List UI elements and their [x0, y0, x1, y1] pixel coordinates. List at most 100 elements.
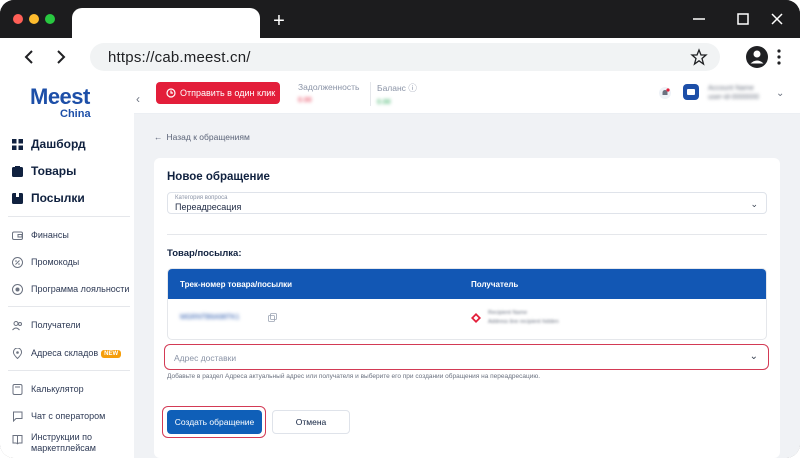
meest-logo[interactable]: Meest China: [30, 84, 110, 124]
debt-label: Задолженность: [298, 82, 360, 92]
column-header-track: Трек-номер товара/посылки: [180, 280, 293, 289]
info-icon[interactable]: ⓘ: [408, 83, 417, 93]
wallet-icon: [12, 231, 23, 240]
sidebar-item-label: Получатели: [31, 320, 81, 330]
forward-arrow-icon[interactable]: [50, 47, 70, 67]
column-header-recipient: Получатель: [471, 280, 519, 289]
app-header: ‹ Отправить в один клик Задолженность 0.…: [134, 76, 800, 114]
delivery-address-select[interactable]: Адрес доставки ⌄: [164, 344, 769, 370]
arrow-left-icon: ←: [154, 132, 163, 142]
send-icon: [166, 88, 176, 98]
sidebar-item-label: Дашборд: [31, 137, 86, 151]
sidebar-item-label: Посылки: [31, 191, 85, 205]
delivery-address-placeholder: Адрес доставки: [174, 353, 237, 363]
browser-tab-bar: +: [0, 0, 800, 38]
users-icon: [12, 320, 22, 330]
new-tab-icon[interactable]: +: [270, 11, 288, 31]
account-icon[interactable]: [683, 84, 699, 100]
close-icon[interactable]: [768, 10, 786, 28]
sidebar: Meest China Дашборд Товары Посылки Финан…: [0, 76, 134, 458]
maximize-icon[interactable]: [734, 10, 752, 28]
chevron-down-icon[interactable]: ⌄: [776, 88, 784, 99]
table-header: Трек-номер товара/посылки Получатель: [168, 269, 766, 299]
balance-label-text: Баланс: [377, 83, 406, 93]
location-icon: [12, 347, 23, 359]
parcel-icon: [12, 192, 23, 204]
recipient-name: Recipient Name: [488, 310, 528, 316]
chevron-down-icon: ⌄: [750, 199, 758, 209]
sidebar-item-label: Товары: [31, 164, 77, 178]
balance-label: Баланс ⓘ: [377, 82, 417, 94]
sidebar-item-promocodes[interactable]: Промокоды: [12, 251, 79, 273]
sidebar-item-label: Адреса складов NEW: [31, 348, 122, 358]
sidebar-item-products[interactable]: Товары: [12, 160, 76, 182]
copy-icon[interactable]: [268, 313, 277, 322]
recipient-address: Address line recipient hidden: [488, 319, 559, 325]
profile-avatar-icon[interactable]: [746, 46, 768, 68]
sidebar-item-warehouse-addresses[interactable]: Адреса складов NEW: [12, 342, 122, 364]
back-arrow-icon[interactable]: [20, 47, 40, 67]
create-request-button[interactable]: Создать обращение: [167, 410, 262, 434]
sidebar-divider: [8, 370, 130, 371]
sidebar-item-calculator[interactable]: Калькулятор: [12, 378, 84, 400]
browser-window: + https://cab.meest.cn/ Meest China Дашб…: [0, 0, 800, 458]
item-section-label: Товар/посылка:: [167, 248, 242, 259]
sidebar-divider: [8, 216, 130, 217]
back-link-label: Назад к обращениям: [166, 132, 250, 142]
sidebar-item-label-text: Адреса складов: [31, 348, 99, 358]
bookmark-star-icon[interactable]: [690, 48, 708, 66]
zoom-window-dot[interactable]: [45, 14, 55, 24]
new-request-card: Новое обращение Категория вопроса Переад…: [154, 158, 780, 458]
send-one-click-button[interactable]: Отправить в один клик: [156, 82, 280, 104]
minimize-window-dot[interactable]: [29, 14, 39, 24]
minimize-icon[interactable]: [690, 10, 708, 28]
sidebar-item-chat[interactable]: Чат с оператором: [12, 405, 105, 427]
send-button-label: Отправить в один клик: [180, 88, 276, 98]
logo-main-text: Meest: [30, 84, 90, 109]
new-badge: NEW: [101, 349, 122, 358]
address-hint: Добавьте в раздел Адреса актуальный адре…: [167, 373, 541, 380]
sidebar-item-label: Чат с оператором: [31, 411, 106, 421]
sidebar-item-label: Программа лояльности: [31, 284, 130, 294]
debt-stat: Задолженность 0.00: [298, 82, 359, 104]
back-to-requests-link[interactable]: ← Назад к обращениям: [154, 132, 250, 142]
sidebar-item-finance[interactable]: Финансы: [12, 224, 69, 246]
items-table: Трек-номер товара/посылки Получатель MGR…: [167, 268, 767, 340]
category-select[interactable]: Категория вопроса Переадресация ⌄: [167, 192, 767, 214]
app-root: Meest China Дашборд Товары Посылки Финан…: [0, 76, 800, 458]
recipient-info: Recipient Name Address line recipient hi…: [488, 309, 559, 327]
sidebar-item-dashboard[interactable]: Дашборд: [12, 133, 86, 155]
sidebar-divider: [8, 306, 130, 307]
sidebar-item-recipients[interactable]: Получатели: [12, 314, 81, 336]
main-content: ← Назад к обращениям Новое обращение Кат…: [134, 114, 800, 458]
sidebar-item-label: Калькулятор: [31, 384, 84, 394]
sidebar-item-label: Промокоды: [31, 257, 80, 267]
chevron-down-icon: ⌄: [749, 351, 758, 362]
account-name: Account Name: [708, 85, 754, 92]
sidebar-item-instructions[interactable]: Инструкции по маркетплейсам: [12, 432, 111, 458]
address-bar[interactable]: https://cab.meest.cn/: [90, 43, 720, 71]
percent-icon: [12, 256, 23, 268]
chat-icon: [13, 411, 23, 422]
notification-bell-icon[interactable]: [658, 86, 672, 100]
cancel-button[interactable]: Отмена: [272, 410, 350, 434]
box-icon: [12, 165, 23, 177]
account-id: user-id-0000000: [708, 94, 759, 101]
browser-toolbar: https://cab.meest.cn/: [0, 38, 800, 76]
url-text[interactable]: https://cab.meest.cn/: [108, 49, 251, 66]
more-menu-icon[interactable]: [776, 48, 782, 66]
debt-value: 0.00: [298, 97, 312, 104]
category-label: Категория вопроса: [175, 195, 228, 201]
sidebar-item-parcels[interactable]: Посылки: [12, 187, 85, 209]
balance-stat: Баланс ⓘ 0.00: [370, 82, 417, 106]
table-row[interactable]: MGRNTB6A98TK1 Recipient Name Address lin…: [168, 299, 766, 339]
sidebar-item-label: Финансы: [31, 230, 69, 240]
collapse-sidebar-icon[interactable]: ‹: [136, 92, 140, 106]
sidebar-item-label: Инструкции по маркетплейсам: [31, 432, 96, 453]
sidebar-item-loyalty[interactable]: Программа лояльности: [12, 278, 129, 300]
browser-tab[interactable]: [72, 8, 260, 38]
track-number: MGRNTB6A98TK1: [180, 314, 240, 321]
account-info[interactable]: Account Name user-id-0000000: [708, 84, 759, 102]
dashboard-icon: [12, 138, 23, 150]
close-window-dot[interactable]: [13, 14, 23, 24]
